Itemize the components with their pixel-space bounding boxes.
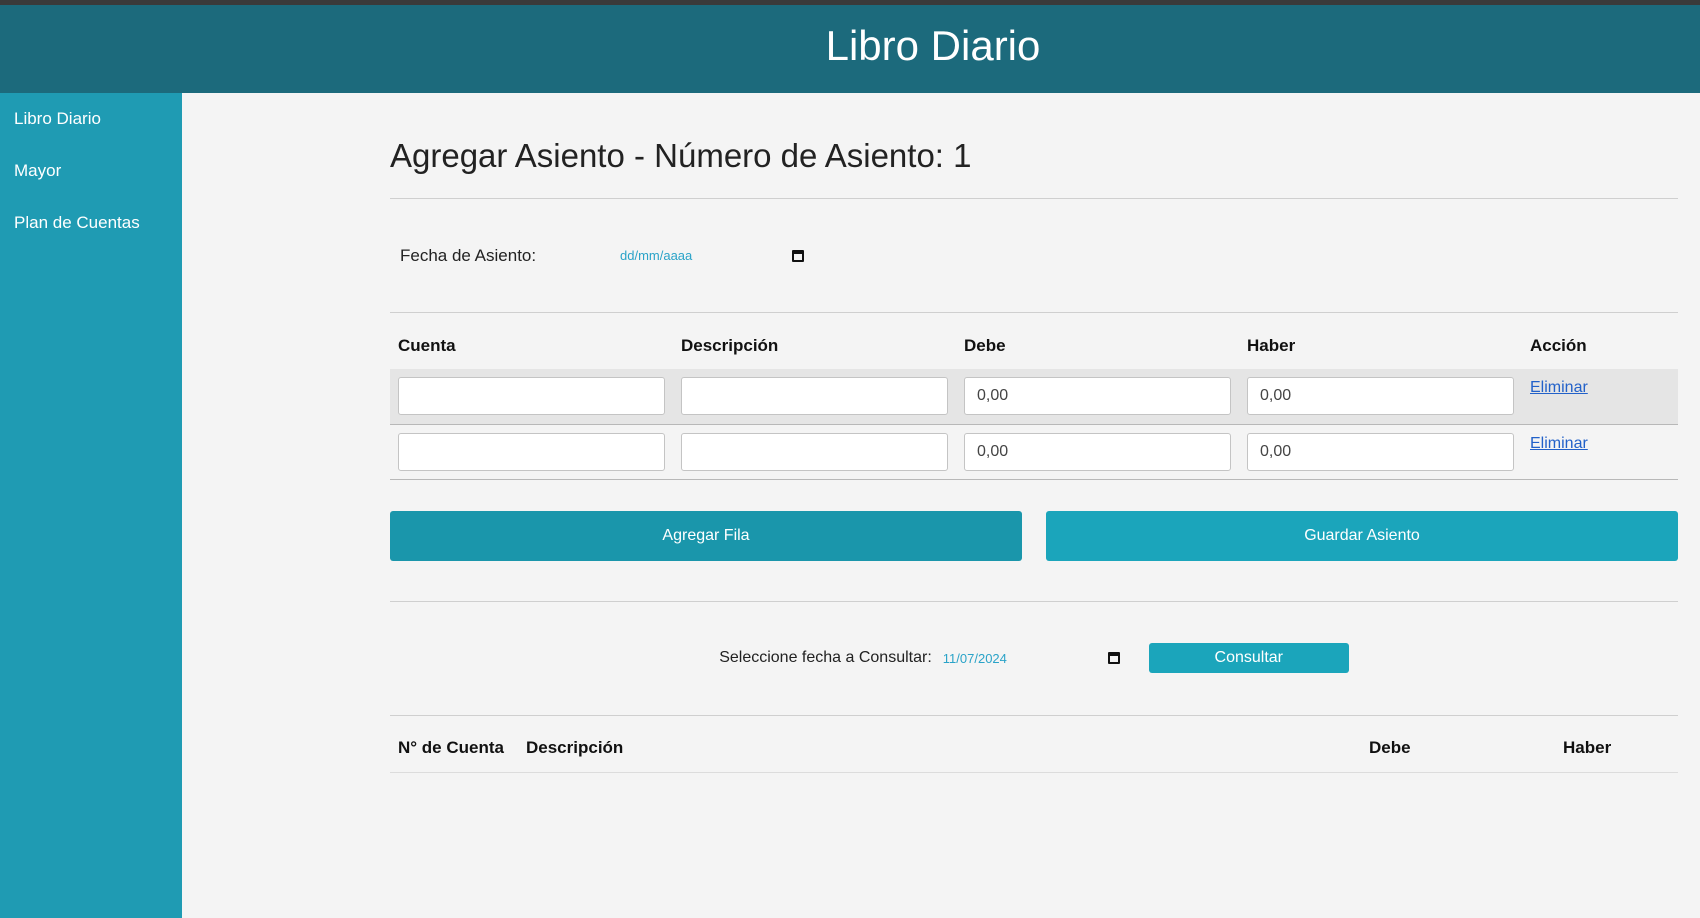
fecha-asiento-input[interactable]: dd/mm/aaaa	[620, 244, 804, 268]
col-header-descripcion: Descripción	[681, 336, 779, 355]
col-header-debe: Debe	[964, 336, 1006, 355]
col-header-haber: Haber	[1563, 715, 1678, 773]
agregar-fila-button[interactable]: Agregar Fila	[390, 510, 1022, 561]
cuenta-input[interactable]	[398, 377, 665, 415]
guardar-asiento-button[interactable]: Guardar Asiento	[1046, 510, 1678, 561]
descripcion-input[interactable]	[681, 432, 948, 471]
fecha-asiento-placeholder: dd/mm/aaaa	[620, 248, 693, 263]
header-title: Libro Diario	[825, 22, 1041, 69]
results-table: N° de Cuenta Descripción Debe Haber	[390, 715, 1678, 773]
consultar-button[interactable]: Consultar	[1148, 643, 1349, 673]
consulta-label: Seleccione fecha a Consultar:	[719, 649, 932, 666]
calendar-icon[interactable]	[792, 249, 804, 262]
sidebar-item-mayor[interactable]: Mayor	[0, 145, 182, 197]
main-content: Agregar Asiento - Número de Asiento: 1 F…	[390, 93, 1678, 773]
sidebar-item-libro-diario[interactable]: Libro Diario	[0, 93, 182, 145]
consulta-date-value: 11/07/2024	[942, 650, 1007, 666]
debe-input[interactable]: 0,00	[964, 377, 1231, 415]
action-buttons: Agregar Fila Guardar Asiento	[390, 510, 1678, 561]
calendar-icon[interactable]	[1107, 652, 1120, 664]
col-header-haber: Haber	[1247, 336, 1296, 355]
col-header-cuenta: Cuenta	[398, 336, 456, 355]
eliminar-link[interactable]: Eliminar	[1530, 379, 1588, 397]
sidebar-item-plan-de-cuentas[interactable]: Plan de Cuentas	[0, 197, 182, 249]
fecha-asiento-label: Fecha de Asiento:	[400, 245, 537, 265]
page-title: Agregar Asiento - Número de Asiento: 1	[390, 137, 972, 174]
haber-input[interactable]: 0,00	[1247, 432, 1514, 471]
eliminar-link[interactable]: Eliminar	[1530, 435, 1588, 453]
consulta-row: Seleccione fecha a Consultar: 11/07/2024…	[390, 602, 1678, 715]
consulta-date-input[interactable]: 11/07/2024	[943, 646, 1120, 670]
asiento-table: Cuenta Descripción Debe Haber Acción 0,0…	[390, 313, 1678, 480]
col-header-numero-cuenta: N° de Cuenta	[390, 715, 526, 773]
fecha-asiento-row: Fecha de Asiento: dd/mm/aaaa	[390, 199, 1678, 312]
descripcion-input[interactable]	[681, 377, 948, 415]
col-header-descripcion: Descripción	[526, 715, 1369, 773]
page-header: Libro Diario	[0, 5, 1700, 93]
col-header-debe: Debe	[1369, 715, 1563, 773]
table-row: 0,00 0,00 Eliminar	[390, 369, 1678, 425]
results-table-header: N° de Cuenta Descripción Debe Haber	[390, 715, 1678, 773]
col-header-accion: Acción	[1530, 336, 1587, 355]
cuenta-input[interactable]	[398, 432, 665, 471]
haber-input[interactable]: 0,00	[1247, 377, 1514, 415]
sidebar: Libro Diario Mayor Plan de Cuentas	[0, 93, 182, 918]
debe-input[interactable]: 0,00	[964, 432, 1231, 471]
asiento-table-header: Cuenta Descripción Debe Haber Acción	[390, 313, 1678, 369]
table-row: 0,00 0,00 Eliminar	[390, 424, 1678, 480]
